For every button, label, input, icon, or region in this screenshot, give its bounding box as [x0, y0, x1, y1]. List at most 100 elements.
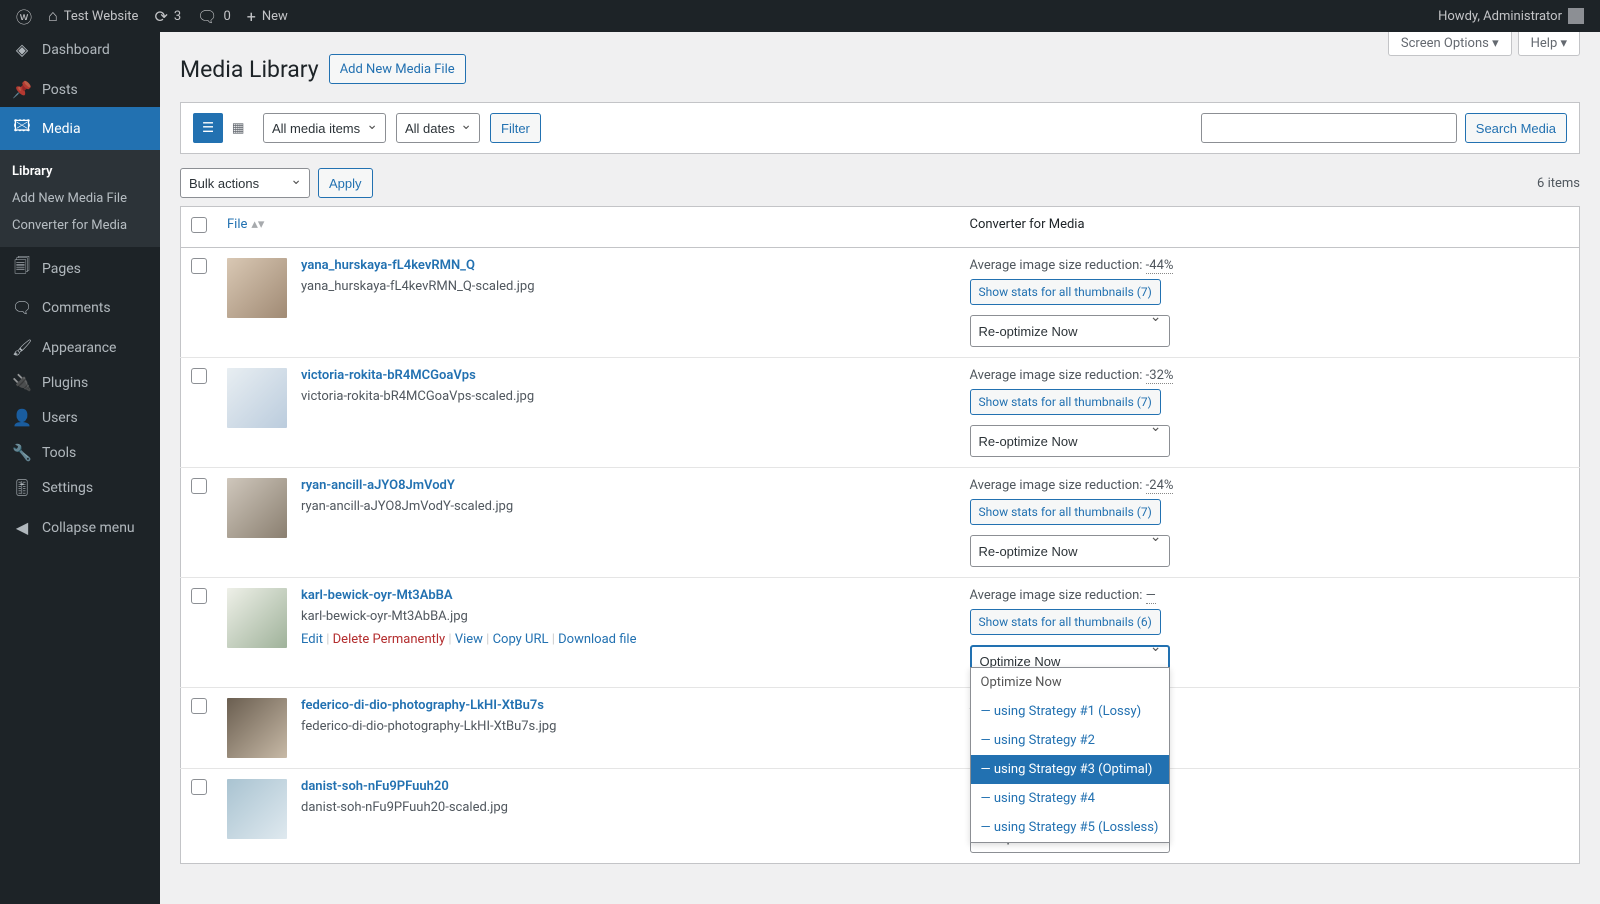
copy-url-link[interactable]: Copy URL — [493, 632, 549, 647]
thumbnail[interactable] — [227, 698, 287, 758]
new-content-link[interactable]: +New — [239, 0, 296, 32]
sidebar-item-dashboard[interactable]: ◈Dashboard — [0, 32, 160, 67]
sidebar-item-tools[interactable]: 🔧Tools — [0, 435, 160, 470]
show-stats-button[interactable]: Show stats for all thumbnails (6) — [970, 609, 1161, 635]
row-checkbox[interactable] — [191, 368, 207, 384]
site-name-link[interactable]: ⌂Test Website — [40, 0, 146, 32]
delete-link[interactable]: Delete Permanently — [333, 632, 446, 647]
sidebar-item-media[interactable]: 🖾Media — [0, 107, 160, 150]
thumbnail[interactable] — [227, 588, 287, 648]
show-stats-button[interactable]: Show stats for all thumbnails (7) — [970, 499, 1161, 525]
list-view-button[interactable]: ☰ — [193, 113, 223, 143]
download-link[interactable]: Download file — [558, 632, 636, 647]
updates-link[interactable]: ⟳3 — [146, 0, 189, 32]
search-media-input[interactable] — [1201, 113, 1457, 143]
media-title-link[interactable]: yana_hurskaya-fL4kevRMN_Q — [301, 258, 475, 273]
date-filter[interactable]: All dates — [396, 113, 480, 143]
sidebar-item-posts[interactable]: 📌Posts — [0, 72, 160, 107]
grid-view-button[interactable]: ▦ — [223, 113, 253, 143]
table-row: yana_hurskaya-fL4kevRMN_Q yana_hurskaya-… — [181, 248, 1580, 358]
filter-button[interactable]: Filter — [490, 113, 541, 143]
media-title-link[interactable]: danist-soh-nFu9PFuuh20 — [301, 779, 449, 794]
dropdown-option[interactable]: — using Strategy #4 — [971, 784, 1169, 813]
sidebar-item-plugins[interactable]: 🔌Plugins — [0, 365, 160, 400]
row-checkbox[interactable] — [191, 779, 207, 795]
comments-count: 0 — [223, 9, 230, 24]
edit-link[interactable]: Edit — [301, 632, 323, 647]
row-actions: Edit | Delete Permanently | View | Copy … — [301, 632, 636, 647]
avg-reduction-text: Average image size reduction: -32% — [970, 368, 1570, 383]
row-checkbox[interactable] — [191, 698, 207, 714]
update-icon: ⟳ — [154, 7, 167, 26]
sidebar-item-users[interactable]: 👤 Users — [0, 400, 160, 435]
sidebar-collapse[interactable]: ◀Collapse menu — [0, 510, 160, 545]
row-checkbox[interactable] — [191, 258, 207, 274]
filename: yana_hurskaya-fL4kevRMN_Q-scaled.jpg — [301, 279, 535, 294]
dropdown-option[interactable]: — using Strategy #5 (Lossless) — [971, 813, 1169, 842]
wordpress-icon: ⓦ — [16, 4, 32, 28]
media-title-link[interactable]: ryan-ancill-aJYO8JmVodY — [301, 478, 455, 493]
sidebar-item-appearance[interactable]: 🖌Appearance — [0, 330, 160, 365]
screen-options-toggle[interactable]: Screen Options ▾ — [1388, 32, 1512, 56]
dropdown-option[interactable]: Optimize Now — [971, 668, 1169, 697]
list-icon: ☰ — [202, 120, 214, 136]
page-icon: 🗐 — [12, 255, 32, 282]
column-file[interactable]: File▴▾ — [217, 207, 960, 248]
sidebar-item-comments[interactable]: 🗨Comments — [0, 290, 160, 325]
user-icon: 👤 — [12, 408, 32, 427]
sidebar-label: Settings — [42, 480, 93, 496]
new-label: New — [262, 9, 288, 24]
show-stats-button[interactable]: Show stats for all thumbnails (7) — [970, 279, 1161, 305]
comments-link[interactable]: 🗨0 — [189, 0, 239, 32]
my-account-link[interactable]: Howdy, Administrator — [1430, 0, 1592, 32]
thumbnail[interactable] — [227, 779, 287, 839]
bulk-actions-select[interactable]: Bulk actions — [180, 168, 310, 198]
sidebar-item-pages[interactable]: 🗐 Pages — [0, 247, 160, 290]
dropdown-option[interactable]: — using Strategy #2 — [971, 726, 1169, 755]
sidebar-item-settings[interactable]: 🎚Settings — [0, 470, 160, 505]
optimize-select[interactable]: Re-optimize Now — [970, 425, 1170, 457]
thumbnail[interactable] — [227, 258, 287, 318]
howdy-text: Howdy, Administrator — [1438, 9, 1562, 24]
optimize-select[interactable]: Re-optimize Now — [970, 535, 1170, 567]
optimize-select[interactable]: Re-optimize Now — [970, 315, 1170, 347]
thumbnail[interactable] — [227, 368, 287, 428]
wp-logo[interactable]: ⓦ — [8, 0, 40, 32]
reduction-pct: -32% — [1146, 368, 1174, 384]
updates-count: 3 — [174, 9, 181, 24]
optimize-dropdown: Optimize Now— using Strategy #1 (Lossy)—… — [970, 667, 1170, 843]
media-table: File▴▾ Converter for Media yana_hurskaya… — [180, 206, 1580, 864]
main-content: Media Library Add New Media File ☰ ▦ All… — [160, 32, 1600, 904]
media-title-link[interactable]: karl-bewick-oyr-Mt3AbBA — [301, 588, 453, 603]
view-link[interactable]: View — [455, 632, 483, 647]
search-media-button[interactable]: Search Media — [1465, 113, 1567, 143]
table-row: danist-soh-nFu9PFuuh20 danist-soh-nFu9PF… — [181, 769, 1580, 864]
avg-reduction-text: Average image size reduction: — — [970, 588, 1570, 603]
row-checkbox[interactable] — [191, 588, 207, 604]
sidebar-label: Collapse menu — [42, 520, 135, 536]
media-title-link[interactable]: federico-di-dio-photography-LkHI-XtBu7s — [301, 698, 544, 713]
brush-icon: 🖌 — [12, 338, 32, 357]
sidebar-sub-converter[interactable]: Converter for Media — [0, 212, 160, 239]
media-title-link[interactable]: victoria-rokita-bR4MCGoaVps — [301, 368, 476, 383]
dropdown-option[interactable]: — using Strategy #3 (Optimal) — [971, 755, 1169, 784]
sidebar-label: Pages — [42, 261, 81, 277]
select-all-checkbox[interactable] — [191, 217, 207, 233]
sidebar-sub-library[interactable]: Library — [0, 158, 160, 185]
grid-icon: ▦ — [232, 120, 245, 136]
item-count: 6 items — [1537, 176, 1580, 191]
admin-toolbar: ⓦ ⌂Test Website ⟳3 🗨0 +New Howdy, Admini… — [0, 0, 1600, 32]
filename: ryan-ancill-aJYO8JmVodY-scaled.jpg — [301, 499, 513, 514]
apply-bulk-button[interactable]: Apply — [318, 168, 373, 198]
media-type-filter[interactable]: All media items — [263, 113, 386, 143]
dropdown-option[interactable]: — using Strategy #1 (Lossy) — [971, 697, 1169, 726]
sidebar-label: Media — [42, 121, 81, 137]
row-checkbox[interactable] — [191, 478, 207, 494]
sidebar-sub-add-new[interactable]: Add New Media File — [0, 185, 160, 212]
add-new-media-button[interactable]: Add New Media File — [329, 54, 466, 84]
sidebar-label: Users — [42, 410, 78, 426]
filename: danist-soh-nFu9PFuuh20-scaled.jpg — [301, 800, 508, 815]
help-toggle[interactable]: Help ▾ — [1518, 32, 1580, 56]
thumbnail[interactable] — [227, 478, 287, 538]
show-stats-button[interactable]: Show stats for all thumbnails (7) — [970, 389, 1161, 415]
